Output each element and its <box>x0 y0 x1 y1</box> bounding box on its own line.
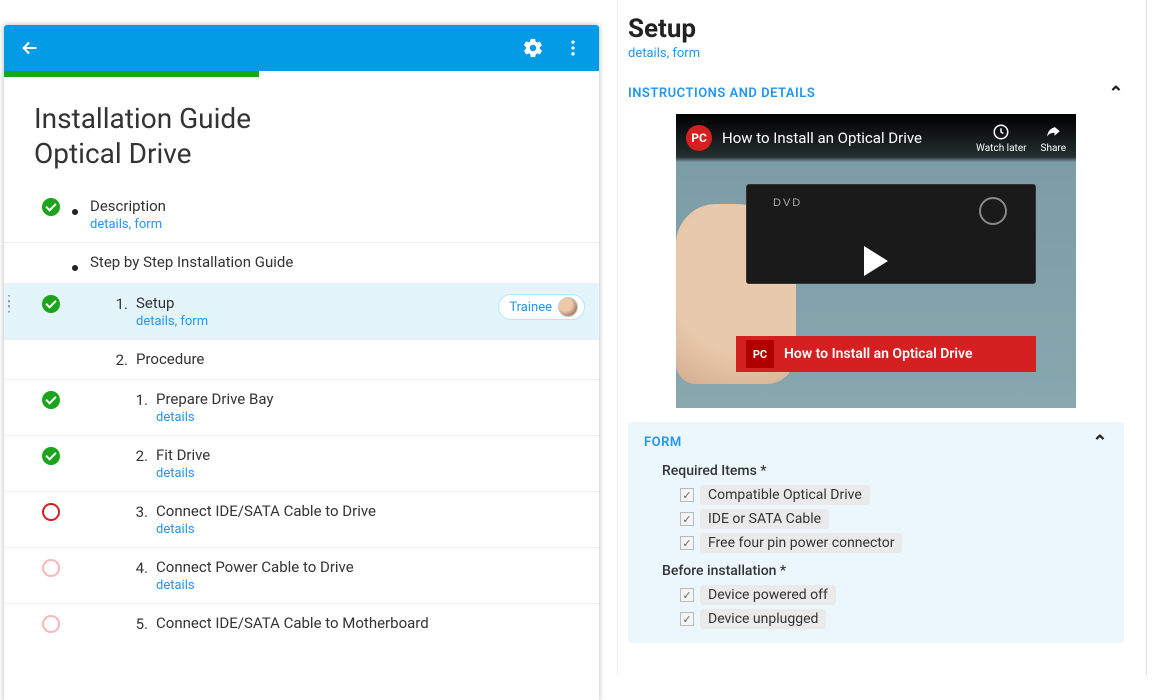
row-sublink[interactable]: details <box>156 578 585 593</box>
status-check-icon <box>42 295 60 313</box>
row-label: Connect IDE/SATA Cable to Motherboard <box>156 614 585 632</box>
tree-row-procedure[interactable]: 2. Procedure <box>4 339 599 379</box>
row-number: 2. <box>126 446 156 465</box>
form-group-before-label: Before installation * <box>662 563 1108 579</box>
checkbox-icon[interactable] <box>680 488 694 502</box>
row-label: Description <box>90 197 585 215</box>
row-number: 1. <box>106 294 136 313</box>
row-number: 2. <box>106 350 136 369</box>
check-label: Free four pin power connector <box>700 533 902 553</box>
detail-title: Setup <box>628 14 1124 44</box>
step-tree: Description details, form Step by Step I… <box>4 187 599 700</box>
chevron-up-icon: ⌃ <box>1108 83 1124 104</box>
check-row[interactable]: Device unplugged <box>680 609 1108 629</box>
share-button[interactable]: Share <box>1041 123 1066 154</box>
pc-badge-icon: PC <box>686 125 712 151</box>
video-banner: PC How to Install an Optical Drive <box>736 336 1036 372</box>
check-row[interactable]: IDE or SATA Cable <box>680 509 1108 529</box>
checkbox-icon[interactable] <box>680 612 694 626</box>
row-label: Prepare Drive Bay <box>156 390 585 408</box>
title-line-1: Installation Guide <box>34 102 251 135</box>
trainee-pill[interactable]: Trainee <box>498 294 585 320</box>
page-title: Installation Guide Optical Drive <box>4 77 599 187</box>
bullet-icon <box>72 209 78 215</box>
check-label: IDE or SATA Cable <box>700 509 829 529</box>
back-icon[interactable] <box>10 28 50 68</box>
row-sublink[interactable]: details <box>156 466 585 481</box>
checkbox-icon[interactable] <box>680 588 694 602</box>
chevron-up-icon: ⌃ <box>1092 432 1108 453</box>
pc-logo-icon: PC <box>746 340 774 368</box>
check-label: Device unplugged <box>700 609 826 629</box>
row-sublink[interactable]: details, form <box>90 217 585 232</box>
bullet-icon <box>72 265 78 271</box>
guide-panel: Installation Guide Optical Drive Descrip… <box>4 25 599 700</box>
tree-row-step-by-step[interactable]: Step by Step Installation Guide <box>4 242 599 283</box>
play-icon[interactable] <box>864 246 888 276</box>
section-form-header[interactable]: FORM ⌃ <box>644 432 1108 453</box>
trainee-label: Trainee <box>509 300 552 315</box>
row-label: Connect IDE/SATA Cable to Drive <box>156 502 585 520</box>
checklist-required: Compatible Optical Drive IDE or SATA Cab… <box>680 485 1108 553</box>
status-check-icon <box>42 447 60 465</box>
detail-sublink[interactable]: details, form <box>628 46 1124 61</box>
tree-row-setup[interactable]: ⋮⋮ 1. Setup details, form Trainee <box>4 283 599 339</box>
check-label: Device powered off <box>700 585 836 605</box>
tree-row-description[interactable]: Description details, form <box>4 187 599 242</box>
tree-row-prepare-bay[interactable]: 1. Prepare Drive Bay details <box>4 379 599 435</box>
more-icon[interactable] <box>553 28 593 68</box>
row-label: Step by Step Installation Guide <box>90 253 585 271</box>
row-label: Procedure <box>136 350 585 368</box>
gear-icon[interactable] <box>513 28 553 68</box>
row-label: Connect Power Cable to Drive <box>156 558 585 576</box>
form-group-required-label: Required Items * <box>662 463 1108 479</box>
checkbox-icon[interactable] <box>680 512 694 526</box>
tree-row-connect-power[interactable]: 4. Connect Power Cable to Drive details <box>4 547 599 603</box>
row-number: 3. <box>126 502 156 521</box>
tree-row-connect-mobo[interactable]: 5. Connect IDE/SATA Cable to Motherboard <box>4 603 599 643</box>
status-check-icon <box>42 391 60 409</box>
section-label: FORM <box>644 435 682 450</box>
check-row[interactable]: Device powered off <box>680 585 1108 605</box>
tree-row-fit-drive[interactable]: 2. Fit Drive details <box>4 435 599 491</box>
row-sublink[interactable]: details, form <box>136 314 498 329</box>
row-number: 5. <box>126 614 156 633</box>
section-instructions-header[interactable]: INSTRUCTIONS AND DETAILS ⌃ <box>628 83 1124 104</box>
status-open-icon <box>42 559 60 577</box>
row-label: Setup <box>136 294 498 312</box>
row-number: 1. <box>126 390 156 409</box>
form-section: FORM ⌃ Required Items * Compatible Optic… <box>628 422 1124 643</box>
banner-text: How to Install an Optical Drive <box>784 346 972 362</box>
drag-handle-icon[interactable]: ⋮⋮ <box>4 298 12 310</box>
share-label: Share <box>1041 143 1066 154</box>
watch-later-button[interactable]: Watch later <box>976 123 1026 154</box>
row-sublink[interactable]: details <box>156 410 585 425</box>
toolbar <box>4 25 599 71</box>
video-player[interactable]: PC How to Install an Optical Drive PC Ho… <box>676 114 1076 408</box>
checkbox-icon[interactable] <box>680 536 694 550</box>
status-open-icon <box>42 503 60 521</box>
video-top-bar: PC How to Install an Optical Drive Watch… <box>676 114 1076 162</box>
detail-panel: Setup details, form INSTRUCTIONS AND DET… <box>617 0 1147 675</box>
check-label: Compatible Optical Drive <box>700 485 870 505</box>
video-title: How to Install an Optical Drive <box>722 129 922 147</box>
tree-row-connect-ide-drive[interactable]: 3. Connect IDE/SATA Cable to Drive detai… <box>4 491 599 547</box>
watch-later-label: Watch later <box>976 143 1026 154</box>
check-row[interactable]: Compatible Optical Drive <box>680 485 1108 505</box>
section-label: INSTRUCTIONS AND DETAILS <box>628 86 815 101</box>
checklist-before: Device powered off Device unplugged <box>680 585 1108 629</box>
avatar <box>558 297 578 317</box>
check-row[interactable]: Free four pin power connector <box>680 533 1108 553</box>
title-line-2: Optical Drive <box>34 137 192 170</box>
row-sublink[interactable]: details <box>156 522 585 537</box>
status-open-icon <box>42 615 60 633</box>
status-check-icon <box>42 198 60 216</box>
row-number: 4. <box>126 558 156 577</box>
row-label: Fit Drive <box>156 446 585 464</box>
